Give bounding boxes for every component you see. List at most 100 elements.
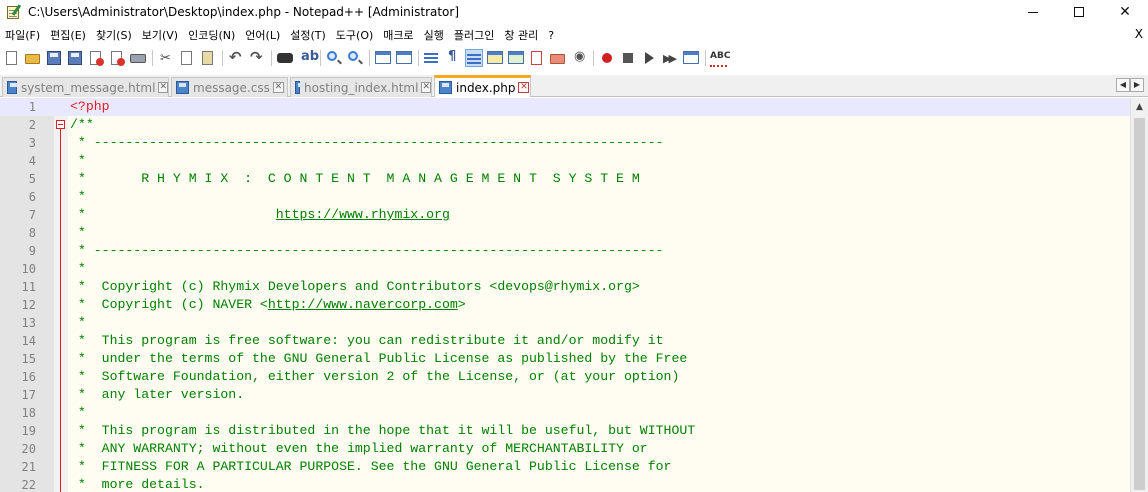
function-list-button[interactable] — [528, 49, 546, 67]
code-line: 7 * https://www.rhymix.org — [0, 206, 1130, 224]
tab-close-icon[interactable]: ✕ — [518, 82, 530, 93]
menu-item[interactable]: 플러그인 — [449, 27, 499, 43]
tab-close-icon[interactable]: ✕ — [158, 82, 168, 93]
zoom-in-button[interactable] — [325, 49, 343, 67]
code-segment: > — [457, 297, 466, 312]
code-text: * Copyright (c) NAVER <http://www.naverc… — [70, 296, 466, 314]
record-macro-button[interactable] — [598, 49, 616, 67]
tab-scroll-left-icon[interactable]: ◀ — [1116, 78, 1130, 92]
stop-macro-button[interactable] — [619, 49, 637, 67]
code-link[interactable]: http://www.navercorp.com — [268, 297, 458, 312]
tab-close-icon[interactable]: ✕ — [272, 82, 284, 93]
vertical-scrollbar[interactable]: ▲ — [1130, 98, 1148, 492]
menu-item[interactable]: 실행 — [419, 27, 449, 43]
menu-item[interactable]: 매크로 — [378, 27, 418, 43]
close-document-button[interactable]: X — [1135, 27, 1143, 41]
find-icon — [277, 53, 293, 63]
code-text: * This program is distributed in the hop… — [70, 422, 695, 440]
code-line: 2 /** — [0, 116, 1130, 134]
toolbar-separator — [320, 50, 321, 66]
code-editor[interactable]: 1 <?php 2 /** 3 * --------------------------… — [0, 98, 1148, 492]
doc-map-button[interactable] — [507, 49, 525, 67]
show-all-chars-button[interactable]: ¶ — [444, 49, 462, 67]
tab-hosting-index-html[interactable]: hosting_index.html ✕ — [290, 77, 432, 97]
menu-item[interactable]: ? — [543, 29, 559, 42]
code-line: 19 * This program is distributed in the … — [0, 422, 1130, 440]
code-line: 12 * Copyright (c) NAVER <http://www.nav… — [0, 296, 1130, 314]
monitoring-icon: ◉ — [574, 49, 586, 64]
menu-item[interactable]: 인코딩(N) — [183, 27, 240, 43]
window-controls: ✕ — [1010, 0, 1148, 24]
save-all-button[interactable] — [66, 49, 84, 67]
menu-item[interactable]: 보기(V) — [137, 27, 183, 43]
spell-check-button[interactable]: ABC — [710, 49, 730, 67]
sync-vertical-icon — [375, 51, 391, 64]
minimize-icon — [1028, 11, 1038, 13]
code-segment: <?php — [70, 99, 110, 114]
run-macro-multiple-button[interactable]: ▶▶ — [661, 49, 679, 67]
code-link[interactable]: https://www.rhymix.org — [276, 207, 450, 222]
menu-item[interactable]: 설정(T) — [285, 27, 331, 43]
monitoring-button[interactable]: ◉ — [570, 49, 588, 67]
sync-vertical-button[interactable] — [374, 49, 392, 67]
scrollbar-thumb[interactable] — [1134, 118, 1145, 490]
zoom-out-button[interactable] — [346, 49, 364, 67]
toolbar-separator — [418, 50, 419, 66]
tab-message-css[interactable]: message.css ✕ — [171, 77, 288, 97]
line-number: 11 — [21, 280, 36, 294]
code-segment: * — [70, 207, 276, 222]
code-line: 11 * Copyright (c) Rhymix Developers and… — [0, 278, 1130, 296]
tab-close-icon[interactable]: ✕ — [421, 82, 431, 93]
menu-item[interactable]: 도구(O) — [331, 27, 378, 43]
menu-item[interactable]: 편집(E) — [45, 27, 91, 43]
tab-scroll-right-icon[interactable]: ▶ — [1130, 78, 1144, 92]
user-lang-button[interactable] — [486, 49, 504, 67]
copy-icon — [181, 51, 192, 65]
tab-index-php[interactable]: index.php ✕ — [434, 75, 531, 97]
cut-button[interactable]: ✂ — [157, 49, 175, 67]
code-line: 1 <?php — [0, 98, 1130, 116]
code-segment: * --------------------------------------… — [70, 135, 664, 150]
redo-button[interactable]: ↷ — [248, 48, 266, 67]
sync-horizontal-button[interactable] — [395, 49, 413, 67]
print-button[interactable] — [129, 49, 147, 67]
menu-item[interactable]: 찾기(S) — [91, 27, 137, 43]
tab-system-message-html[interactable]: system_message.html ✕ — [2, 77, 169, 97]
code-line: 8 * — [0, 224, 1130, 242]
undo-button[interactable]: ↶ — [227, 48, 245, 67]
close-window-button[interactable]: ✕ — [1102, 0, 1148, 24]
close-file-button[interactable] — [87, 49, 105, 67]
paste-button[interactable] — [199, 49, 217, 67]
save-macro-button[interactable] — [682, 49, 700, 67]
replace-button[interactable]: ab — [297, 49, 319, 67]
code-segment: * Software Foundation, either version 2 … — [70, 369, 680, 384]
code-line: 17 * any later version. — [0, 386, 1130, 404]
code-line: 9 * ------------------------------------… — [0, 242, 1130, 260]
tab-label: system_message.html — [20, 80, 156, 95]
code-segment: * ANY WARRANTY; without even the implied… — [70, 441, 648, 456]
line-number: 1 — [28, 100, 36, 114]
play-macro-button[interactable] — [640, 49, 658, 67]
tab-label: hosting_index.html — [304, 80, 419, 95]
copy-button[interactable] — [178, 49, 196, 67]
code-text: * — [70, 224, 86, 242]
indent-guide-button[interactable] — [465, 49, 483, 67]
menu-item[interactable]: 파일(F) — [0, 27, 45, 43]
menu-item[interactable]: 창 관리 — [499, 27, 543, 43]
maximize-icon — [1074, 7, 1084, 17]
close-all-button[interactable] — [108, 49, 126, 67]
word-wrap-button[interactable] — [423, 49, 441, 67]
menu-item[interactable]: 언어(L) — [240, 27, 285, 43]
code-line: 3 * ------------------------------------… — [0, 134, 1130, 152]
code-text: * any later version. — [70, 386, 244, 404]
minimize-button[interactable] — [1010, 0, 1056, 24]
scroll-up-icon[interactable]: ▲ — [1131, 98, 1148, 115]
maximize-button[interactable] — [1056, 0, 1102, 24]
save-button[interactable] — [45, 49, 63, 67]
find-button[interactable] — [276, 49, 294, 67]
file-save-state-icon — [176, 81, 189, 94]
open-file-button[interactable] — [24, 49, 42, 67]
folder-workspace-button[interactable] — [549, 49, 567, 67]
replace-icon: ab — [301, 49, 320, 64]
new-file-button[interactable] — [3, 49, 21, 67]
